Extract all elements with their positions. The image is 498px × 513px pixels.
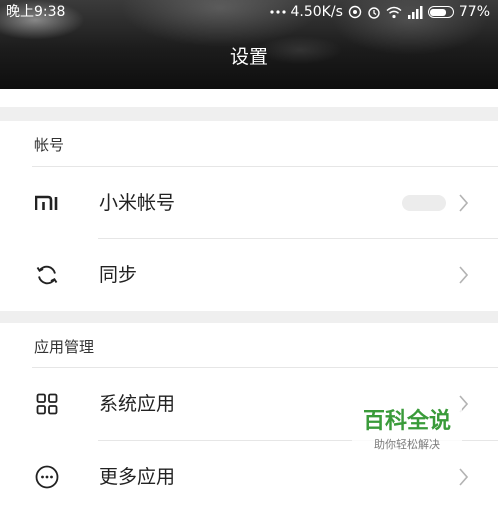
dots-icon bbox=[269, 9, 286, 15]
sync-icon bbox=[34, 262, 60, 288]
row-mi-account[interactable]: 小米帐号 bbox=[0, 167, 498, 239]
chevron-right-icon bbox=[459, 468, 468, 486]
network-speed: 4.50K/s bbox=[290, 4, 343, 20]
grid-icon bbox=[34, 391, 60, 417]
row-label: 系统应用 bbox=[99, 393, 176, 415]
watermark: 百科全说 助你轻松解决 bbox=[352, 405, 462, 459]
page-title: 设置 bbox=[229, 46, 268, 68]
watermark-subtitle: 助你轻松解决 bbox=[374, 438, 440, 451]
more-icon bbox=[34, 464, 60, 490]
status-time: 晚上9:38 bbox=[6, 4, 66, 20]
row-sync[interactable]: 同步 bbox=[0, 239, 498, 311]
alarm-icon bbox=[367, 5, 381, 19]
chevron-right-icon bbox=[459, 194, 468, 212]
row-label: 小米帐号 bbox=[99, 192, 176, 214]
battery-level bbox=[430, 8, 446, 16]
section-gap bbox=[0, 107, 498, 121]
section-label-account: 帐号 bbox=[34, 136, 65, 154]
row-label: 同步 bbox=[99, 264, 138, 286]
chevron-right-icon bbox=[459, 266, 468, 284]
signal-icon bbox=[407, 5, 423, 19]
section-label-apps: 应用管理 bbox=[34, 338, 95, 356]
battery-icon bbox=[427, 6, 454, 18]
wifi-icon bbox=[386, 6, 402, 19]
battery-percent: 77% bbox=[458, 4, 490, 20]
mi-logo-icon bbox=[34, 190, 60, 216]
account-value-blurred bbox=[402, 195, 446, 211]
section-gap bbox=[0, 311, 498, 323]
watermark-title: 百科全说 bbox=[362, 409, 451, 434]
data-saver-icon bbox=[348, 5, 362, 19]
status-bar: 晚上9:38 4.50K/s 77% bbox=[0, 0, 498, 24]
status-icons: 4.50K/s 77% bbox=[269, 0, 490, 24]
header-bar: 晚上9:38 4.50K/s 77% 设置 bbox=[0, 0, 498, 89]
row-label: 更多应用 bbox=[99, 466, 176, 488]
